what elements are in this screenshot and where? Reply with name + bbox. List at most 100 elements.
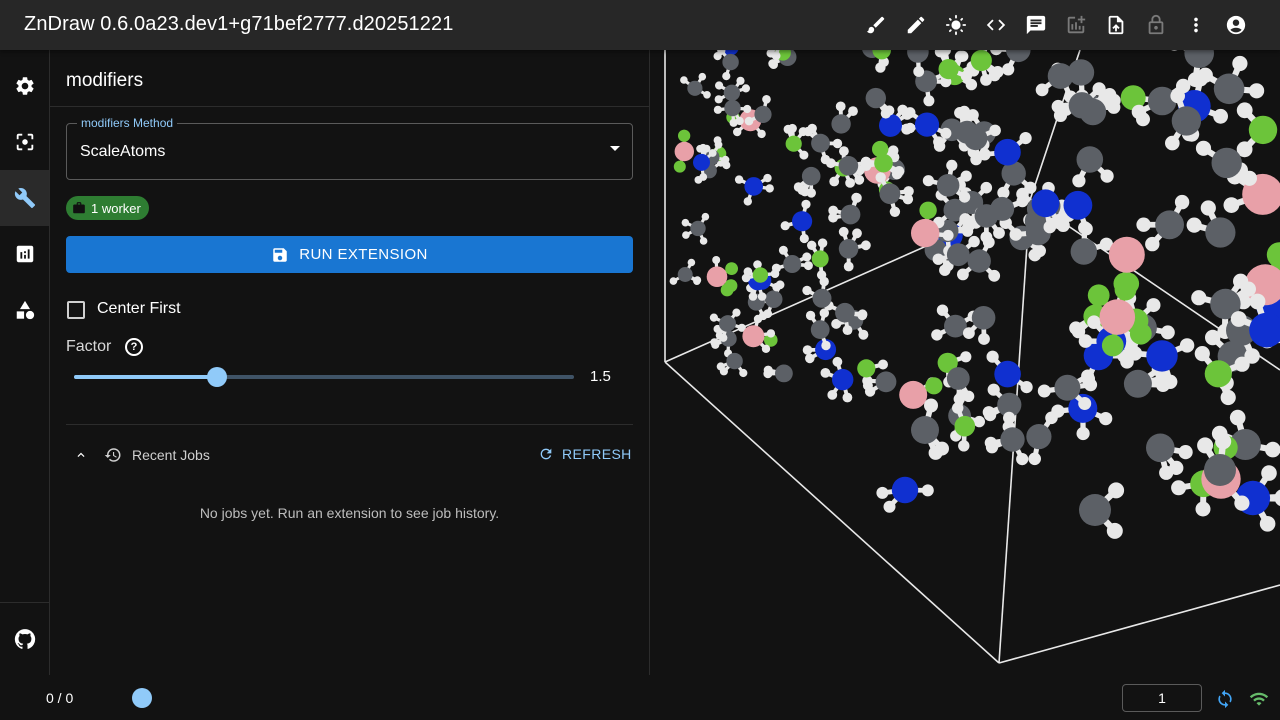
atom [990, 50, 1003, 56]
sidebar-item-analysis[interactable] [0, 226, 49, 282]
code-icon[interactable] [976, 5, 1016, 45]
center-focus-icon [16, 133, 33, 151]
atom [993, 227, 1005, 239]
sidebar-item-selection[interactable] [0, 114, 49, 170]
help-icon[interactable]: ? [125, 338, 143, 356]
atom [928, 445, 943, 460]
pencil-icon[interactable] [896, 5, 936, 45]
atom [687, 258, 696, 267]
atom [878, 359, 888, 370]
atom [932, 253, 944, 265]
atom [799, 150, 809, 160]
atom [811, 133, 830, 153]
gear-icon [15, 77, 34, 95]
sidebar [0, 50, 50, 675]
atom [687, 80, 703, 96]
atom [1249, 312, 1280, 348]
lock-icon[interactable] [1136, 5, 1176, 45]
method-select[interactable]: modifiers Method ScaleAtoms [66, 116, 633, 180]
atom [879, 113, 902, 137]
atom [677, 267, 693, 282]
atom [1244, 348, 1260, 364]
atom [715, 81, 724, 90]
atom [1019, 132, 1032, 145]
atom [843, 261, 854, 272]
atom [971, 306, 996, 330]
atom [1230, 311, 1247, 327]
atom [753, 314, 763, 324]
atom [709, 313, 718, 322]
file-upload-icon[interactable] [1096, 5, 1136, 45]
atom [922, 175, 934, 187]
center-first-checkbox[interactable] [67, 301, 85, 319]
worker-chip-label: 1 worker [91, 200, 141, 216]
atom [703, 91, 711, 99]
factor-slider[interactable] [74, 367, 574, 387]
atom [942, 229, 954, 241]
wifi-icon [1249, 689, 1269, 709]
atom [722, 72, 731, 81]
atom [735, 116, 744, 126]
atom [852, 228, 862, 239]
atom [921, 484, 934, 497]
atom [714, 140, 723, 149]
atom [1241, 170, 1257, 186]
atom [1215, 433, 1232, 450]
account-icon[interactable] [1216, 5, 1256, 45]
sidebar-item-settings[interactable] [0, 58, 49, 114]
atom [851, 192, 862, 203]
run-extension-button[interactable]: RUN EXTENSION [66, 236, 633, 273]
slider-thumb[interactable] [207, 367, 227, 387]
molecule-viewer[interactable] [650, 50, 1280, 675]
chat-icon[interactable] [1016, 5, 1056, 45]
atom [805, 353, 815, 364]
atom [712, 256, 721, 264]
atom [698, 72, 707, 81]
atom [1265, 441, 1280, 458]
atom [1170, 88, 1185, 104]
atom [761, 344, 771, 353]
refresh-button[interactable]: REFRESH [538, 446, 632, 462]
atom [984, 436, 997, 449]
atom [1223, 197, 1240, 214]
atom [904, 122, 916, 134]
sidebar-item-modifiers[interactable] [0, 170, 49, 226]
atom [858, 329, 869, 340]
atom [875, 62, 886, 73]
atom [1031, 189, 1060, 218]
brightness-icon[interactable] [936, 5, 976, 45]
atom [988, 69, 1001, 82]
atom [817, 238, 828, 248]
atom [699, 143, 707, 152]
atom [838, 226, 849, 237]
atom [763, 365, 773, 375]
sidebar-item-geometries[interactable] [0, 282, 49, 338]
sidebar-item-github[interactable] [0, 611, 49, 667]
atom [883, 500, 896, 513]
add-chart-icon[interactable] [1056, 5, 1096, 45]
toolbar-icons [856, 5, 1256, 45]
atom [690, 220, 706, 237]
atom [1213, 73, 1245, 105]
atom [1191, 290, 1207, 306]
frame-input[interactable]: 1 [1122, 684, 1202, 712]
atom [1028, 248, 1042, 262]
atom [713, 105, 722, 114]
atom [769, 60, 778, 69]
atom [1101, 334, 1124, 357]
atom [925, 377, 943, 395]
github-icon [14, 629, 35, 649]
chevron-up-icon[interactable] [74, 448, 88, 462]
atom [907, 50, 929, 63]
brush-icon[interactable] [856, 5, 896, 45]
method-select-label: modifiers Method [77, 116, 178, 130]
atom [748, 292, 758, 301]
atom [974, 204, 999, 228]
atom [1045, 411, 1058, 425]
sync-icon[interactable] [1215, 689, 1235, 709]
more-vert-icon[interactable] [1176, 5, 1216, 45]
atom [931, 329, 943, 341]
timeline-handle[interactable] [132, 688, 152, 708]
factor-label: Factor [66, 338, 112, 355]
molecule-canvas[interactable] [650, 50, 1280, 675]
